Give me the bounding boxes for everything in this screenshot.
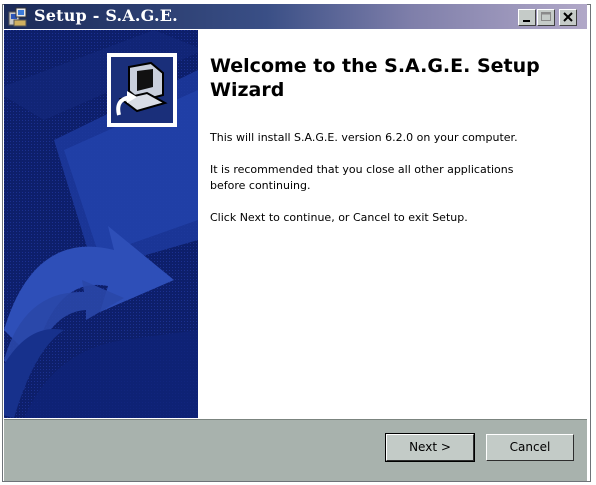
maximize-button[interactable]: [537, 9, 555, 26]
minimize-button[interactable]: [518, 9, 536, 26]
close-button[interactable]: [559, 9, 577, 26]
close-apps-text: It is recommended that you close all oth…: [210, 163, 514, 192]
close-icon: [563, 12, 573, 22]
title-bar[interactable]: Setup - S.A.G.E.: [4, 4, 587, 29]
wizard-content: Welcome to the S.A.G.E. Setup Wizard Thi…: [4, 30, 587, 418]
minimize-icon: [523, 20, 530, 22]
setup-logo: [107, 53, 177, 127]
window-title: Setup - S.A.G.E.: [34, 6, 178, 25]
next-cancel-text: Click Next to continue, or Cancel to exi…: [210, 211, 468, 224]
setup-app-icon: [8, 7, 27, 27]
cancel-button[interactable]: Cancel: [486, 434, 574, 461]
wizard-sidebar-image: [4, 30, 198, 418]
computer-install-icon: [111, 57, 173, 123]
next-button[interactable]: Next >: [385, 433, 475, 462]
install-info-text: This will install S.A.G.E. version 6.2.0…: [210, 131, 518, 144]
maximize-icon: [541, 12, 551, 21]
button-panel: Next > Cancel: [4, 419, 587, 481]
welcome-heading: Welcome to the S.A.G.E. Setup Wizard: [210, 55, 540, 101]
